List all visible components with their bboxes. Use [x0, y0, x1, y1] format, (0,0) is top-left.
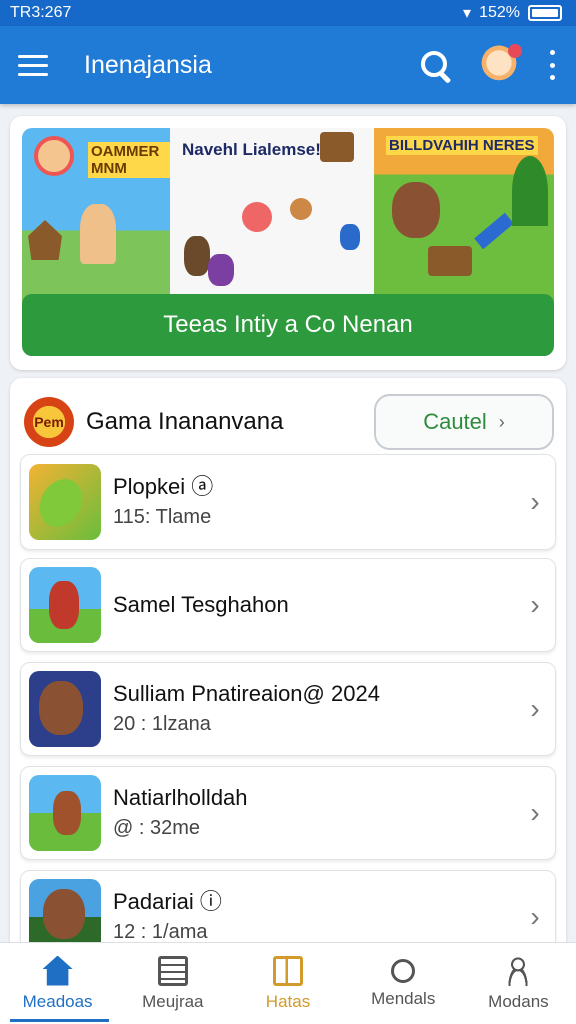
- bottom-navigation: Meadoas Meujraa Hatas Mendals Modans: [0, 942, 576, 1024]
- chevron-right-icon: ›: [530, 486, 540, 517]
- box-icon: [273, 955, 303, 986]
- nav-label: Hatas: [265, 991, 311, 1011]
- banner-panel-1-text: OAMMER MNM: [88, 142, 170, 178]
- character-image: [80, 204, 116, 264]
- character-image: [340, 224, 360, 250]
- list-item-subtitle: 20 : 1lzana: [113, 713, 211, 735]
- nav-label: Meujraa: [142, 991, 204, 1011]
- list-item-title: Plopkei ⓐ: [113, 474, 214, 499]
- chest-image: [428, 246, 472, 276]
- app-title: Inenajansia: [84, 50, 212, 79]
- nav-item-profile[interactable]: Modans: [461, 943, 576, 1024]
- news-icon: [157, 955, 188, 986]
- palm-tree-image: [512, 156, 548, 226]
- featured-banner: OAMMER MNM Navehl Lialemse! BILLDVAHIH N…: [10, 116, 566, 370]
- chevron-right-icon: ›: [498, 411, 505, 432]
- app-bar: Inenajansia: [0, 26, 576, 104]
- character-image: [290, 198, 312, 220]
- chevron-right-icon: ›: [530, 797, 540, 828]
- banner-panel-2: Navehl Lialemse!: [170, 128, 374, 314]
- status-icons: ▾ 152%: [463, 3, 562, 23]
- nav-label: Modans: [488, 991, 549, 1011]
- list-logo: Pem: [24, 397, 74, 447]
- chevron-right-icon: ›: [530, 693, 540, 724]
- game-thumbnail: [29, 775, 101, 851]
- game-thumbnail: [29, 671, 101, 747]
- list-item-subtitle: @ : 32me: [113, 817, 201, 839]
- chevron-right-icon: ›: [530, 901, 540, 932]
- cannon-image: [474, 212, 514, 250]
- list-item-title: Natiarlholldah: [113, 785, 248, 810]
- home-icon: [42, 955, 73, 986]
- avatar[interactable]: [478, 44, 522, 86]
- list-item-title: Samel Tesghahon: [113, 592, 289, 617]
- search-icon: [391, 958, 416, 983]
- list-action-label: Cautel: [423, 409, 487, 434]
- menu-icon[interactable]: [18, 47, 54, 83]
- nav-item-box[interactable]: Hatas: [230, 943, 345, 1024]
- chevron-right-icon: ›: [530, 589, 540, 620]
- list-item[interactable]: Samel Tesghahon ›: [20, 558, 556, 652]
- user-icon: [503, 955, 534, 986]
- banner-panel-3: BILLDVAHIH NERES: [374, 128, 554, 314]
- list-header: Pem Gama Inananvana Cautel ›: [24, 392, 554, 452]
- status-time: TR3:267: [10, 4, 72, 21]
- status-bar: TR3:267 ▾ 152%: [0, 0, 576, 26]
- character-image: [392, 182, 440, 238]
- nav-label: Meadoas: [22, 991, 93, 1011]
- list-item-subtitle: 115: Tlame: [113, 506, 212, 528]
- banner-image-strip[interactable]: OAMMER MNM Navehl Lialemse! BILLDVAHIH N…: [22, 128, 554, 314]
- banner-cta-button[interactable]: Teeas Intiy a Co Nenan: [22, 294, 554, 356]
- search-icon[interactable]: [416, 46, 454, 84]
- bucket-image: [320, 132, 354, 162]
- list-item[interactable]: Natiarlholldah @ : 32me ›: [20, 766, 556, 860]
- hut-image: [28, 220, 62, 260]
- game-thumbnail: [29, 464, 101, 540]
- more-options-icon[interactable]: [546, 50, 558, 80]
- nav-label: Mendals: [371, 988, 436, 1008]
- character-image: [208, 254, 234, 286]
- character-image: [34, 136, 74, 176]
- character-image: [242, 202, 272, 232]
- nav-item-news[interactable]: Meujraa: [115, 943, 230, 1024]
- status-battery-text: 152%: [479, 4, 520, 21]
- battery-icon: [528, 5, 562, 21]
- list-item[interactable]: Plopkei ⓐ 115: Tlame ›: [20, 454, 556, 550]
- game-thumbnail: [29, 567, 101, 643]
- list-action-button[interactable]: Cautel ›: [374, 394, 554, 450]
- character-image: [184, 236, 210, 276]
- nav-item-home[interactable]: Meadoas: [0, 943, 115, 1024]
- list-title: Gama Inananvana: [86, 408, 284, 435]
- banner-panel-3-text: BILLDVAHIH NERES: [386, 136, 538, 155]
- banner-panel-2-text: Navehl Lialemse!: [182, 140, 321, 159]
- nav-item-search[interactable]: Mendals: [346, 943, 461, 1024]
- wifi-icon: ▾: [463, 5, 472, 22]
- banner-panel-1: OAMMER MNM: [22, 128, 170, 314]
- list-item-title: Padariai ⓘ: [113, 889, 222, 914]
- list-item[interactable]: Sulliam Pnatireaion@ 2024 20 : 1lzana ›: [20, 662, 556, 756]
- game-list-card: Pem Gama Inananvana Cautel › Plopkei ⓐ 1…: [10, 378, 566, 964]
- list-item-title: Sulliam Pnatireaion@ 2024: [113, 681, 380, 706]
